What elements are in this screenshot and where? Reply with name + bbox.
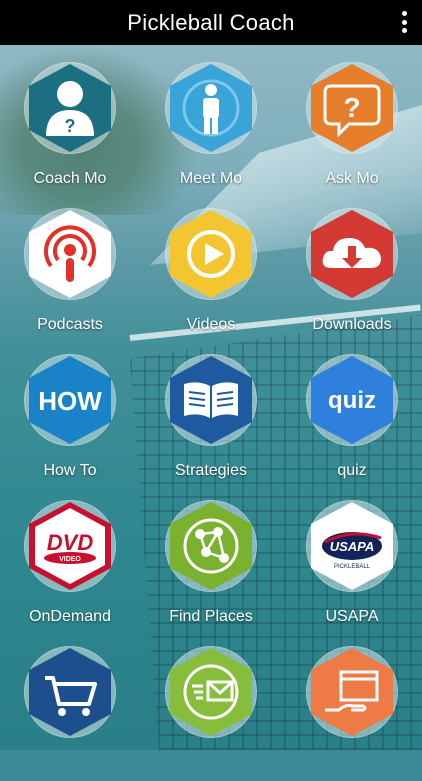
tile-label: quiz (337, 462, 367, 479)
tile-label: USAPA (325, 608, 379, 625)
tile-label: Meet Mo (179, 170, 243, 187)
coach-person-icon: ? (29, 64, 111, 152)
tile-podcasts[interactable]: Podcasts (0, 208, 140, 343)
dvd-icon: DVD VIDEO (29, 502, 111, 590)
how-text-icon: HOW (29, 356, 111, 444)
tile-label: OnDemand (29, 608, 111, 625)
svg-text:?: ? (343, 92, 360, 123)
tile-quiz[interactable]: quiz quiz (282, 354, 422, 489)
play-icon (170, 210, 252, 298)
tile-ondemand[interactable]: DVD VIDEO OnDemand (0, 500, 140, 635)
cart-icon (29, 648, 111, 736)
how-icon-text: HOW (38, 386, 102, 416)
dvd-icon-subtext: VIDEO (59, 556, 81, 563)
tile-videos[interactable]: Videos (141, 208, 281, 343)
quiz-text-icon: quiz (311, 356, 393, 444)
overflow-menu-icon[interactable] (398, 11, 410, 33)
tile-strategies[interactable]: Strategies (141, 354, 281, 489)
tile-ask-mo[interactable]: ? Ask Mo (282, 62, 422, 197)
tile-label: Podcasts (37, 316, 103, 333)
podcast-icon (29, 210, 111, 298)
tile-label: Strategies (174, 462, 248, 479)
tile-label: Find Places (169, 608, 253, 625)
cloud-download-icon (311, 210, 393, 298)
tile-mail[interactable] (141, 646, 281, 781)
tile-downloads[interactable]: Downloads (282, 208, 422, 343)
tile-label: How To (43, 462, 97, 479)
tile-coach-mo[interactable]: ? Coach Mo (0, 62, 140, 197)
open-book-icon (170, 356, 252, 444)
app-title: Pickleball Coach (127, 9, 295, 35)
tile-find-places[interactable]: Find Places (141, 500, 281, 635)
usapa-logo-subtext: PICKLEBALL (334, 564, 371, 570)
svg-text:?: ? (65, 116, 76, 136)
tile-how-to[interactable]: HOW How To (0, 354, 140, 489)
person-standing-icon (170, 64, 252, 152)
tile-web[interactable] (282, 646, 422, 781)
quiz-icon-text: quiz (328, 387, 376, 414)
dvd-icon-text: DVD (47, 530, 94, 555)
usapa-logo-icon: USAPA PICKLEBALL (311, 502, 393, 590)
tile-meet-mo[interactable]: Meet Mo (141, 62, 281, 197)
tile-label: Coach Mo (33, 170, 107, 187)
question-bubble-icon: ? (311, 64, 393, 152)
tile-shop[interactable] (0, 646, 140, 781)
tile-usapa[interactable]: USAPA PICKLEBALL USAPA (282, 500, 422, 635)
tile-label: Ask Mo (325, 170, 379, 187)
app-header: Pickleball Coach (0, 0, 422, 45)
mail-icon (170, 648, 252, 736)
hand-screen-icon (311, 648, 393, 736)
tile-label: Downloads (312, 316, 392, 333)
usapa-logo-text: USAPA (330, 539, 375, 554)
network-icon (170, 502, 252, 590)
tile-label: Videos (186, 316, 236, 333)
